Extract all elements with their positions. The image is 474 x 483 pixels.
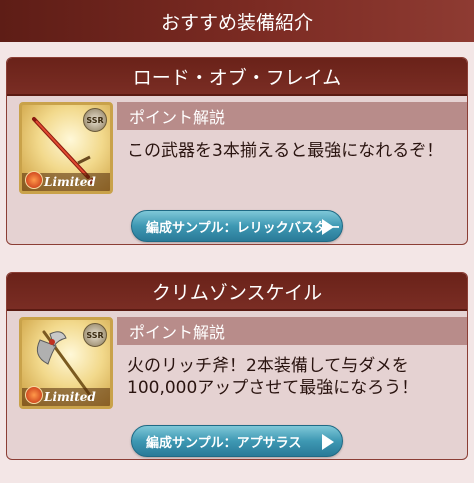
equipment-card-crimson-scale: クリムゾンスケイル SSR Limited ポイント解説 火のリッチ斧！2本装備… — [6, 272, 468, 460]
card-body: SSR Limited ポイント解説 火のリッチ斧！2本装備して与ダメを100,… — [7, 311, 467, 459]
fire-element-icon — [25, 171, 43, 189]
play-arrow-icon — [322, 434, 334, 450]
sample-build-button-apsaras[interactable]: 編成サンプル：アプサラス — [131, 425, 343, 457]
limited-label: Limited — [44, 175, 96, 189]
equipment-card-lord-of-flame: ロード・オブ・フレイム SSR Limited ポイント解説 この武器を3本揃え… — [6, 57, 468, 245]
sample-build-button-relic-buster[interactable]: 編成サンプル：レリックバスター — [131, 210, 343, 242]
card-title: ロード・オブ・フレイム — [7, 58, 467, 96]
ssr-badge: SSR — [83, 323, 107, 347]
point-label: ポイント解説 — [117, 102, 467, 130]
fire-element-icon — [25, 386, 43, 404]
point-description: 火のリッチ斧！2本装備して与ダメを100,000アップさせて最強になろう！ — [127, 356, 419, 398]
card-body: SSR Limited ポイント解説 この武器を3本揃えると最強になれるぞ！ 編… — [7, 96, 467, 244]
page-title: おすすめ装備紹介 — [160, 11, 313, 34]
weapon-thumbnail[interactable]: SSR Limited — [19, 317, 113, 409]
card-title: クリムゾンスケイル — [7, 273, 467, 311]
weapon-name: クリムゾンスケイル — [151, 281, 323, 304]
button-label: 編成サンプル：レリックバスター — [146, 220, 340, 236]
point-description: この武器を3本揃えると最強になれるぞ！ — [127, 141, 444, 161]
limited-label: Limited — [44, 390, 96, 404]
weapon-name: ロード・オブ・フレイム — [132, 66, 342, 89]
limited-banner: Limited — [22, 386, 110, 406]
ssr-badge: SSR — [83, 108, 107, 132]
limited-banner: Limited — [22, 171, 110, 191]
page-header: おすすめ装備紹介 — [0, 0, 474, 42]
button-label: 編成サンプル：アプサラス — [146, 435, 302, 451]
weapon-thumbnail[interactable]: SSR Limited — [19, 102, 113, 194]
play-arrow-icon — [322, 219, 334, 235]
point-label: ポイント解説 — [117, 317, 467, 345]
